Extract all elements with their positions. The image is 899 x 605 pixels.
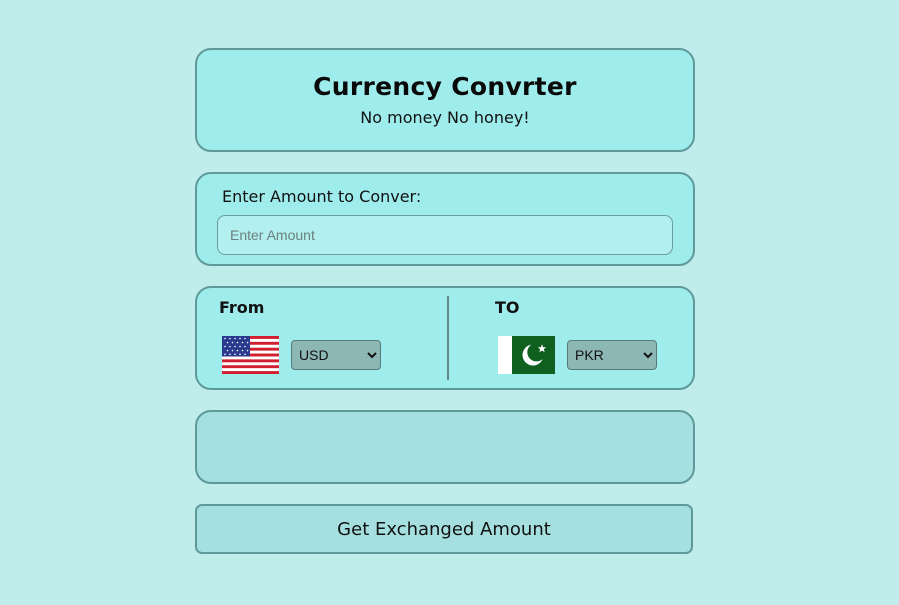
- from-currency-select[interactable]: USD: [291, 340, 381, 370]
- us-flag-icon: [222, 336, 279, 374]
- get-exchanged-amount-button[interactable]: Get Exchanged Amount: [195, 504, 693, 554]
- to-label: TO: [495, 298, 520, 317]
- currency-card: From USD TO PKR: [195, 286, 695, 390]
- from-label: From: [219, 298, 265, 317]
- to-currency-select[interactable]: PKR: [567, 340, 657, 370]
- result-display: [195, 410, 695, 484]
- amount-card: Enter Amount to Conver:: [195, 172, 695, 266]
- amount-input[interactable]: [217, 215, 673, 255]
- header-card: Currency Convrter No money No honey!: [195, 48, 695, 152]
- app-subtitle: No money No honey!: [360, 108, 530, 127]
- app-title: Currency Convrter: [313, 72, 577, 101]
- amount-label: Enter Amount to Conver:: [222, 187, 422, 206]
- currency-divider: [447, 296, 449, 380]
- pakistan-flag-icon: [498, 336, 555, 374]
